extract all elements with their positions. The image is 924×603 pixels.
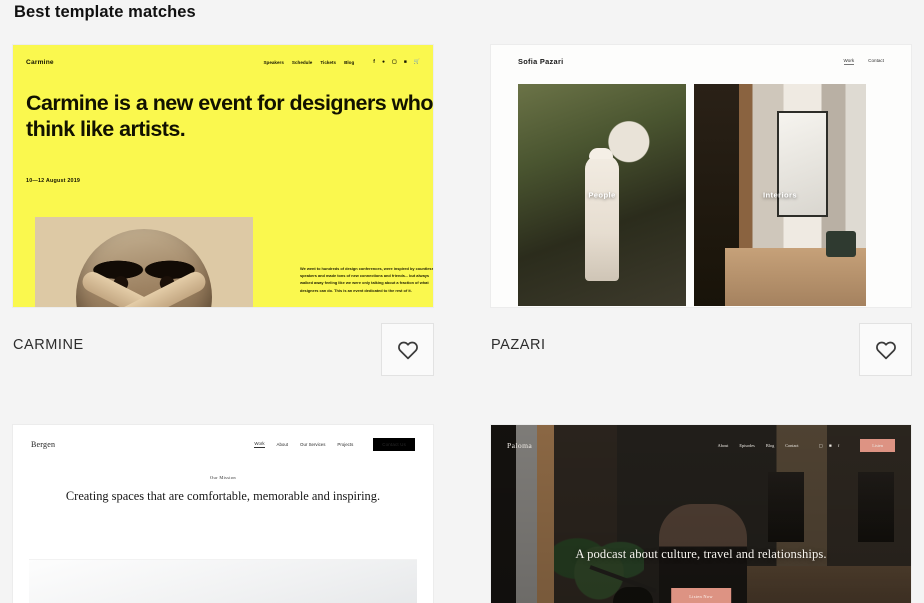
- carmine-navbar: Carmine Speakers Schedule Tickets Blog f…: [13, 54, 433, 70]
- twitter-icon: ●: [381, 59, 385, 65]
- carmine-nav-links: Speakers Schedule Tickets Blog f ● ▢ ■ 🛒: [263, 59, 420, 65]
- nav-item-speakers: Speakers: [263, 59, 284, 65]
- template-card-pazari[interactable]: Sofia Pazari Work Contact People Interio…: [490, 44, 912, 381]
- paloma-listen-button: Listen Now: [671, 588, 731, 603]
- template-preview-pazari[interactable]: Sofia Pazari Work Contact People Interio…: [490, 44, 912, 308]
- nav-item-about: About: [717, 443, 729, 448]
- gallery-tile-interiors: Interiors: [694, 84, 866, 306]
- bergen-nav-links: Work About Our Services Projects Contact…: [254, 438, 415, 451]
- carmine-site-preview: Carmine Speakers Schedule Tickets Blog f…: [13, 45, 433, 307]
- template-preview-carmine[interactable]: Carmine Speakers Schedule Tickets Blog f…: [12, 44, 434, 308]
- email-icon: ■: [403, 59, 407, 65]
- facebook-icon: f: [837, 442, 840, 448]
- nav-item-work: Work: [843, 58, 855, 65]
- paloma-cta-button: Listen: [860, 439, 895, 452]
- template-row: Carmine Speakers Schedule Tickets Blog f…: [0, 44, 924, 424]
- paloma-nav-links: About Episodes Blog Contact ▢ ■ f Listen: [718, 439, 895, 452]
- carmine-social-icons: f ● ▢ ■ 🛒: [373, 59, 420, 65]
- instagram-icon: ▢: [818, 442, 823, 448]
- carmine-body-copy: We went to hundreds of design conference…: [300, 266, 434, 293]
- email-icon: ■: [828, 442, 832, 448]
- portrait-image: [76, 229, 212, 307]
- pazari-navbar: Sofia Pazari Work Contact: [491, 57, 911, 66]
- nav-item-tickets: Tickets: [320, 59, 337, 65]
- bergen-logo: Bergen: [31, 440, 56, 449]
- paloma-social-icons: ▢ ■ f: [819, 443, 840, 449]
- gallery-tile-people: People: [518, 84, 686, 306]
- template-results-page: Best template matches Carmine Speakers S…: [0, 0, 924, 603]
- facebook-icon: f: [373, 59, 375, 65]
- bergen-hero-photo: [29, 559, 417, 603]
- nav-item-episodes: Episodes: [739, 443, 755, 448]
- nav-item-contact: Contact: [785, 443, 799, 448]
- chair-shape: [825, 231, 856, 258]
- bergen-kicker: Our Mission: [210, 475, 236, 480]
- heart-icon: [875, 341, 896, 359]
- person-figure: [585, 155, 620, 282]
- window-shape: [776, 110, 829, 218]
- nav-item-schedule: Schedule: [291, 59, 313, 65]
- tile-label-people: People: [588, 190, 616, 200]
- bergen-site-preview: Bergen Work About Our Services Projects …: [13, 425, 433, 603]
- nav-item-work: Work: [254, 441, 265, 448]
- card-footer: CARMINE: [12, 323, 434, 381]
- pazari-nav-links: Work Contact: [843, 58, 884, 65]
- pazari-logo: Sofia Pazari: [518, 57, 564, 66]
- template-preview-paloma[interactable]: Paloma About Episodes Blog Contact ▢ ■ f: [490, 424, 912, 603]
- card-footer: PAZARI: [490, 323, 912, 381]
- bergen-headline: Creating spaces that are comfortable, me…: [65, 489, 381, 503]
- heart-icon: [397, 341, 418, 359]
- carmine-logo: Carmine: [26, 58, 54, 66]
- paloma-headline: A podcast about culture, travel and rela…: [575, 547, 827, 561]
- instagram-icon: ▢: [392, 59, 397, 65]
- nav-item-projects: Projects: [337, 442, 354, 447]
- pazari-site-preview: Sofia Pazari Work Contact People Interio…: [491, 45, 911, 307]
- template-name-pazari: PAZARI: [491, 337, 546, 353]
- template-row: Bergen Work About Our Services Projects …: [0, 424, 924, 603]
- carmine-headline: Carmine is a new event for designers who…: [26, 91, 433, 141]
- cart-icon: 🛒: [413, 59, 420, 65]
- paloma-site-preview: Paloma About Episodes Blog Contact ▢ ■ f: [491, 425, 911, 603]
- template-card-bergen[interactable]: Bergen Work About Our Services Projects …: [12, 424, 434, 603]
- favorite-button-carmine[interactable]: [381, 323, 434, 376]
- nav-item-contact: Contact: [868, 58, 884, 63]
- nav-item-blog: Blog: [344, 59, 355, 65]
- tile-label-interiors: Interiors: [763, 190, 797, 200]
- template-card-carmine[interactable]: Carmine Speakers Schedule Tickets Blog f…: [12, 44, 434, 381]
- bergen-contact-button: Contact Us: [373, 438, 415, 451]
- paloma-navbar: Paloma About Episodes Blog Contact ▢ ■ f: [491, 439, 911, 452]
- paloma-logo: Paloma: [507, 441, 533, 450]
- template-name-carmine: CARMINE: [13, 337, 84, 353]
- nav-item-blog: Blog: [765, 443, 775, 448]
- nav-item-about: About: [276, 442, 289, 447]
- carmine-event-date: 10—12 August 2019: [26, 178, 81, 184]
- hat-shape: [588, 148, 613, 160]
- page-title: Best template matches: [14, 3, 196, 21]
- template-grid: Carmine Speakers Schedule Tickets Blog f…: [0, 44, 924, 603]
- bergen-navbar: Bergen Work About Our Services Projects …: [13, 438, 433, 451]
- favorite-button-pazari[interactable]: [859, 323, 912, 376]
- nav-item-our-services: Our Services: [300, 442, 326, 447]
- template-card-paloma[interactable]: Paloma About Episodes Blog Contact ▢ ■ f: [490, 424, 912, 603]
- template-preview-bergen[interactable]: Bergen Work About Our Services Projects …: [12, 424, 434, 603]
- carmine-hero-artwork: [35, 217, 253, 307]
- pazari-gallery: People Interiors: [518, 84, 866, 306]
